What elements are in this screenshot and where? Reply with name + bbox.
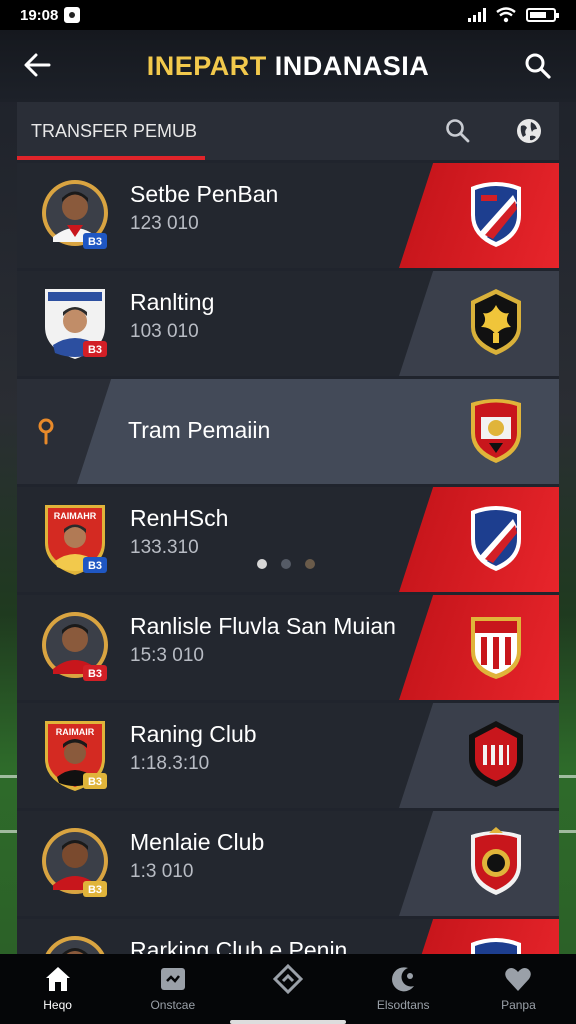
player-avatar: RAIMAHR B3 [45, 505, 107, 575]
list-item[interactable]: RAIMAHR B3 RenHSch 133.310 [17, 487, 559, 592]
search-icon[interactable] [524, 52, 552, 80]
heart-icon [505, 968, 532, 991]
page-dot[interactable] [305, 559, 315, 569]
svg-text:B3: B3 [88, 344, 102, 356]
status-bar: 19:08 [0, 0, 576, 30]
svg-text:B3: B3 [88, 560, 102, 572]
subheader-label: TRANSFER PEMUB [31, 120, 198, 141]
player-avatar: B3 [42, 612, 108, 681]
list-item[interactable]: B3 Setbe PenBan 123 010 [17, 163, 559, 268]
player-avatar: B3 [42, 828, 108, 897]
title-part-1: INEPART [146, 50, 267, 81]
page-dot[interactable] [281, 559, 291, 569]
row-value: 15:3 010 [130, 645, 204, 666]
svg-text:B3: B3 [88, 236, 102, 248]
search-icon[interactable] [445, 118, 471, 144]
home-icon [45, 967, 70, 991]
section-header[interactable]: Tram Pemaiin [17, 379, 559, 484]
nav-label: Panpa [501, 998, 536, 1012]
nav-item[interactable]: Elsodtans [346, 954, 461, 1024]
club-crest-icon [471, 506, 521, 571]
card-icon [160, 968, 185, 990]
page-indicator [257, 559, 315, 569]
player-avatar: RAIMAIR B3 [45, 721, 107, 791]
list-item[interactable]: B3 Ranlting 103 010 [17, 271, 559, 376]
active-tab-indicator [17, 156, 205, 160]
nav-item[interactable] [230, 954, 345, 1024]
bottom-navigation: Heqo Onstcae Elsodtans Panpa [0, 954, 576, 1024]
wifi-icon [496, 7, 516, 23]
nav-item[interactable]: Onstcae [115, 954, 230, 1024]
player-avatar: B3 [42, 180, 108, 249]
player-avatar [45, 936, 105, 954]
list-item[interactable]: Rarking Club e Penin [17, 919, 559, 954]
row-value: 1:3 010 [130, 861, 194, 882]
page-dot[interactable] [257, 559, 267, 569]
list-item[interactable]: B3 Menlaie Club 1:3 010 [17, 811, 559, 916]
row-title: Ranlisle Fluvla San Muian [130, 613, 396, 639]
row-title: Setbe PenBan [130, 181, 279, 207]
club-crest-icon [469, 721, 523, 787]
diamond-icon [273, 964, 303, 994]
row-value: 1:18.3:10 [130, 753, 210, 774]
list-subheader: TRANSFER PEMUB [17, 102, 559, 160]
club-crest-icon [471, 938, 521, 954]
row-value: 103 010 [130, 321, 199, 342]
nav-label: Elsodtans [376, 998, 430, 1012]
location-pin-icon [38, 418, 54, 445]
row-title: Menlaie Club [130, 829, 265, 855]
nav-home[interactable]: Heqo [0, 954, 115, 1024]
nav-label: Onstcae [150, 998, 196, 1012]
player-avatar: B3 [45, 289, 107, 359]
app-header: INEPART INDANASIA [0, 30, 576, 102]
row-value: 123 010 [130, 213, 199, 234]
transfer-list-panel: TRANSFER PEMUB B3 Setbe PenBan 123 010 B… [17, 102, 559, 954]
row-title: RenHSch [130, 505, 229, 531]
title-part-2: INDANASIA [274, 50, 430, 81]
club-crest-icon [471, 827, 521, 895]
svg-text:B3: B3 [88, 668, 102, 680]
svg-text:B3: B3 [88, 776, 102, 788]
section-title: Tram Pemaiin [128, 417, 271, 443]
globe-icon[interactable] [515, 117, 543, 145]
row-title: Ranlting [130, 289, 215, 315]
page-title: INEPART INDANASIA [147, 51, 430, 82]
home-indicator[interactable] [230, 1020, 346, 1024]
list-item[interactable]: RAIMAIR B3 Raning Club 1:18.3:10 [17, 703, 559, 808]
back-arrow-icon[interactable] [22, 50, 52, 80]
row-title: Rarking Club e Penin [130, 937, 348, 954]
nav-item[interactable]: Panpa [461, 954, 576, 1024]
club-crest-icon [471, 182, 521, 247]
battery-icon [526, 8, 559, 22]
notification-icon [64, 7, 81, 23]
club-crest-icon [471, 289, 521, 355]
svg-text:B3: B3 [88, 884, 102, 896]
club-crest-icon [471, 617, 521, 679]
svg-text:RAIMAIR: RAIMAIR [56, 727, 95, 737]
club-crest-icon [471, 399, 521, 463]
status-time: 19:08 [20, 6, 59, 24]
svg-text:RAIMAHR: RAIMAHR [54, 511, 97, 521]
moon-icon [392, 967, 415, 992]
row-title: Raning Club [130, 721, 257, 747]
list-item[interactable]: B3 Ranlisle Fluvla San Muian 15:3 010 [17, 595, 559, 700]
nav-label: Heqo [43, 998, 72, 1012]
signal-icon [468, 8, 486, 22]
row-value: 133.310 [130, 537, 199, 558]
